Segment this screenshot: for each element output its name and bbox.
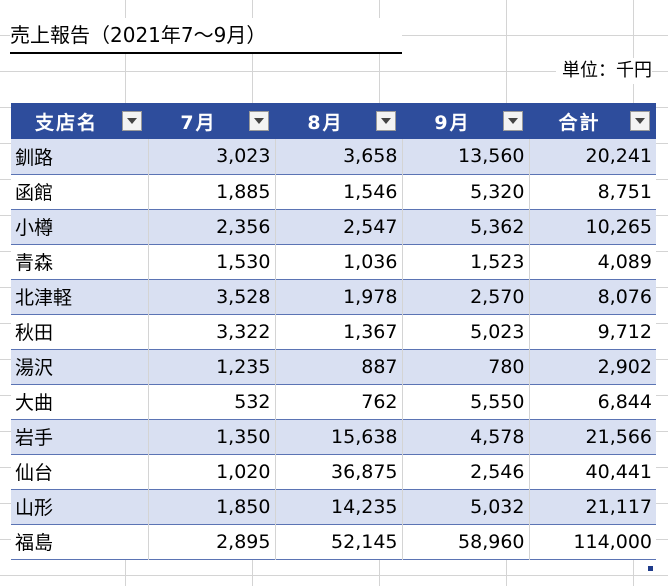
filter-button-september[interactable]	[503, 111, 523, 131]
table-row: 秋田 3,322 1,367 5,023 9,712	[11, 314, 656, 349]
cell-august[interactable]: 1,036	[275, 244, 403, 279]
cell-july[interactable]: 3,528	[148, 279, 276, 314]
header-label: 9月	[434, 111, 471, 134]
cell-september[interactable]: 2,570	[402, 279, 530, 314]
sales-table: 支店名 7月 8月 9月 合計 釧路 3,023 3,658 13,560 20…	[11, 103, 656, 560]
table-row: 小樽 2,356 2,547 5,362 10,265	[11, 209, 656, 244]
cell-august[interactable]: 3,658	[275, 139, 403, 174]
cell-branch[interactable]: 釧路	[11, 139, 149, 174]
cell-total[interactable]: 20,241	[529, 139, 656, 174]
table-row: 函館 1,885 1,546 5,320 8,751	[11, 174, 656, 209]
header-label: 支店名	[34, 111, 98, 134]
table-row: 岩手 1,350 15,638 4,578 21,566	[11, 419, 656, 454]
cell-august[interactable]: 52,145	[275, 524, 403, 559]
cell-total[interactable]: 40,441	[529, 454, 656, 489]
cell-august[interactable]: 1,367	[275, 314, 403, 349]
header-label: 合計	[558, 111, 601, 134]
cell-august[interactable]: 14,235	[275, 489, 403, 524]
filter-button-total[interactable]	[630, 111, 650, 131]
table-row: 青森 1,530 1,036 1,523 4,089	[11, 244, 656, 279]
cell-branch[interactable]: 北津軽	[11, 279, 149, 314]
cell-august[interactable]: 15,638	[275, 419, 403, 454]
dropdown-arrow-icon	[635, 118, 645, 124]
header-september: 9月	[402, 103, 529, 139]
table-row: 仙台 1,020 36,875 2,546 40,441	[11, 454, 656, 489]
dropdown-arrow-icon	[254, 118, 264, 124]
cell-branch[interactable]: 函館	[11, 174, 149, 209]
table-row: 釧路 3,023 3,658 13,560 20,241	[11, 139, 656, 174]
header-august: 8月	[275, 103, 402, 139]
cell-total[interactable]: 10,265	[529, 209, 656, 244]
cell-july[interactable]: 2,895	[148, 524, 276, 559]
filter-button-branch[interactable]	[122, 111, 142, 131]
table-resize-handle[interactable]	[648, 566, 653, 571]
cell-branch[interactable]: 小樽	[11, 209, 149, 244]
cell-total[interactable]: 8,076	[529, 279, 656, 314]
cell-september[interactable]: 5,320	[402, 174, 530, 209]
cell-september[interactable]: 4,578	[402, 419, 530, 454]
header-label: 7月	[180, 111, 217, 134]
cell-july[interactable]: 1,885	[148, 174, 276, 209]
header-label: 8月	[307, 111, 344, 134]
cell-july[interactable]: 2,356	[148, 209, 276, 244]
unit-label: 単位：千円	[556, 58, 652, 84]
cell-branch[interactable]: 山形	[11, 489, 149, 524]
cell-september[interactable]: 2,546	[402, 454, 530, 489]
cell-branch[interactable]: 仙台	[11, 454, 149, 489]
cell-september[interactable]: 13,560	[402, 139, 530, 174]
cell-august[interactable]: 1,978	[275, 279, 403, 314]
cell-august[interactable]: 36,875	[275, 454, 403, 489]
cell-august[interactable]: 2,547	[275, 209, 403, 244]
cell-total[interactable]: 6,844	[529, 384, 656, 419]
cell-branch[interactable]: 湯沢	[11, 349, 149, 384]
cell-july[interactable]: 1,020	[148, 454, 276, 489]
dropdown-arrow-icon	[127, 118, 137, 124]
table-row: 湯沢 1,235 887 780 2,902	[11, 349, 656, 384]
cell-august[interactable]: 762	[275, 384, 403, 419]
header-row: 支店名 7月 8月 9月 合計	[11, 103, 656, 139]
cell-september[interactable]: 5,032	[402, 489, 530, 524]
header-july: 7月	[148, 103, 275, 139]
cell-branch[interactable]: 青森	[11, 244, 149, 279]
cell-july[interactable]: 1,235	[148, 349, 276, 384]
cell-total[interactable]: 114,000	[529, 524, 656, 559]
report-title: 売上報告（2021年7～9月）	[10, 18, 402, 54]
cell-total[interactable]: 21,566	[529, 419, 656, 454]
cell-total[interactable]: 21,117	[529, 489, 656, 524]
cell-branch[interactable]: 大曲	[11, 384, 149, 419]
cell-september[interactable]: 5,362	[402, 209, 530, 244]
cell-september[interactable]: 58,960	[402, 524, 530, 559]
cell-total[interactable]: 9,712	[529, 314, 656, 349]
table-row: 福島 2,895 52,145 58,960 114,000	[11, 524, 656, 559]
cell-september[interactable]: 5,550	[402, 384, 530, 419]
cell-total[interactable]: 4,089	[529, 244, 656, 279]
cell-july[interactable]: 1,350	[148, 419, 276, 454]
cell-total[interactable]: 8,751	[529, 174, 656, 209]
cell-branch[interactable]: 秋田	[11, 314, 149, 349]
cell-september[interactable]: 780	[402, 349, 530, 384]
cell-august[interactable]: 1,546	[275, 174, 403, 209]
header-branch: 支店名	[11, 103, 148, 139]
cell-july[interactable]: 1,850	[148, 489, 276, 524]
cell-branch[interactable]: 岩手	[11, 419, 149, 454]
cell-september[interactable]: 5,023	[402, 314, 530, 349]
cell-total[interactable]: 2,902	[529, 349, 656, 384]
table-row: 北津軽 3,528 1,978 2,570 8,076	[11, 279, 656, 314]
dropdown-arrow-icon	[508, 118, 518, 124]
cell-july[interactable]: 1,530	[148, 244, 276, 279]
filter-button-july[interactable]	[249, 111, 269, 131]
dropdown-arrow-icon	[381, 118, 391, 124]
cell-august[interactable]: 887	[275, 349, 403, 384]
table-row: 大曲 532 762 5,550 6,844	[11, 384, 656, 419]
table-row: 山形 1,850 14,235 5,032 21,117	[11, 489, 656, 524]
filter-button-august[interactable]	[376, 111, 396, 131]
cell-september[interactable]: 1,523	[402, 244, 530, 279]
cell-july[interactable]: 3,023	[148, 139, 276, 174]
cell-july[interactable]: 532	[148, 384, 276, 419]
header-total: 合計	[529, 103, 656, 139]
cell-branch[interactable]: 福島	[11, 524, 149, 559]
cell-july[interactable]: 3,322	[148, 314, 276, 349]
